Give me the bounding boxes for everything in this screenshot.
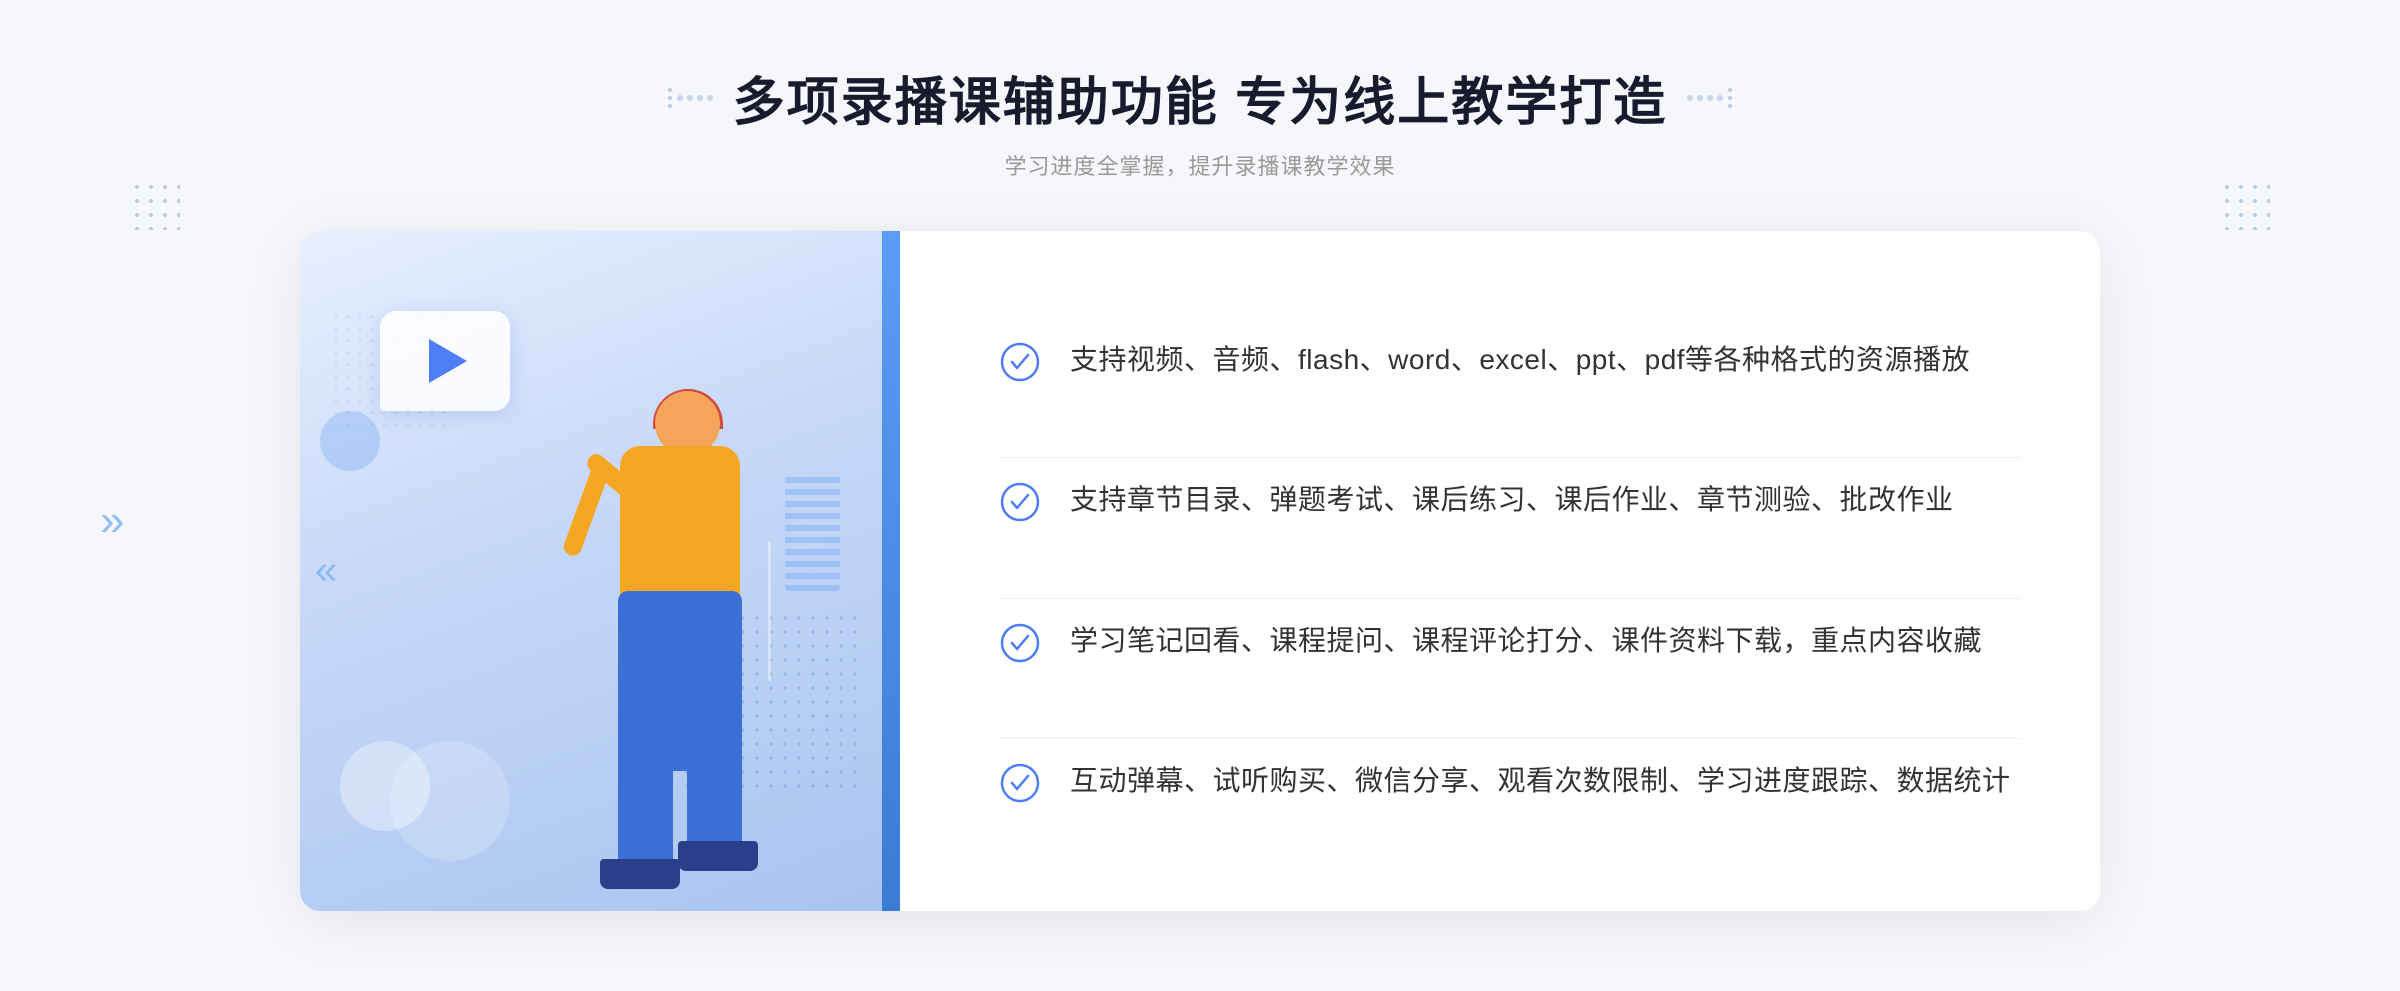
person-arm-left bbox=[561, 458, 612, 558]
feature-item-4: 互动弹幕、试听购买、微信分享、观看次数限制、学习进度跟踪、数据统计 bbox=[1000, 738, 2020, 824]
play-bubble bbox=[380, 311, 510, 411]
title-dots-decoration-left bbox=[677, 95, 713, 101]
content-area: 支持视频、音频、flash、word、excel、ppt、pdf等各种格式的资源… bbox=[900, 231, 2100, 911]
person-shoe-left bbox=[600, 859, 680, 889]
play-triangle-icon bbox=[429, 339, 467, 383]
check-icon-2 bbox=[1000, 482, 1040, 522]
blue-bar-decoration bbox=[882, 231, 900, 911]
page-arrow-decoration: » bbox=[100, 496, 124, 546]
title-dots-right bbox=[1687, 88, 1732, 108]
title-dots-left bbox=[668, 88, 713, 108]
feature-text-4: 互动弹幕、试听购买、微信分享、观看次数限制、学习进度跟踪、数据统计 bbox=[1070, 759, 2011, 804]
title-row: 多项录播课辅助功能 专为线上教学打造 bbox=[668, 60, 1732, 135]
person-leg-left bbox=[618, 731, 673, 871]
check-icon-1 bbox=[1000, 342, 1040, 382]
feature-text-1: 支持视频、音频、flash、word、excel、ppt、pdf等各种格式的资源… bbox=[1070, 338, 1970, 383]
person-body-line bbox=[768, 541, 771, 681]
person-leg-right bbox=[687, 731, 742, 851]
check-icon-3 bbox=[1000, 623, 1040, 663]
header-section: 多项录播课辅助功能 专为线上教学打造 学习进度全掌握，提升录播课教学效果 bbox=[668, 60, 1732, 181]
check-icon-4 bbox=[1000, 763, 1040, 803]
feature-item-1: 支持视频、音频、flash、word、excel、ppt、pdf等各种格式的资源… bbox=[1000, 318, 2020, 403]
page-title: 多项录播课辅助功能 专为线上教学打造 bbox=[733, 60, 1667, 135]
person-illustration bbox=[510, 361, 810, 911]
feature-text-3: 学习笔记回看、课程提问、课程评论打分、课件资料下载，重点内容收藏 bbox=[1070, 619, 1982, 664]
page-subtitle: 学习进度全掌握，提升录播课教学效果 bbox=[668, 149, 1732, 181]
illustration-area: « bbox=[300, 231, 900, 911]
person-shoe-right bbox=[678, 841, 758, 871]
deco-circle-2 bbox=[390, 741, 510, 861]
title-decorator-right bbox=[1728, 88, 1732, 108]
chevron-decoration: « bbox=[315, 549, 337, 594]
main-card: « bbox=[300, 231, 2100, 911]
person-torso bbox=[620, 446, 740, 606]
feature-item-2: 支持章节目录、弹题考试、课后练习、课后作业、章节测验、批改作业 bbox=[1000, 457, 2020, 543]
feature-text-2: 支持章节目录、弹题考试、课后练习、课后作业、章节测验、批改作业 bbox=[1070, 478, 1954, 523]
title-dots-decoration-right bbox=[1687, 95, 1723, 101]
title-decorator-left bbox=[668, 88, 672, 108]
page-container: » 多项录播课辅助功能 专为线上教学打造 bbox=[0, 0, 2400, 991]
feature-item-3: 学习笔记回看、课程提问、课程评论打分、课件资料下载，重点内容收藏 bbox=[1000, 598, 2020, 684]
outer-dots-right bbox=[2220, 180, 2270, 230]
outer-dots-left bbox=[130, 180, 180, 230]
deco-circle-3 bbox=[320, 411, 380, 471]
